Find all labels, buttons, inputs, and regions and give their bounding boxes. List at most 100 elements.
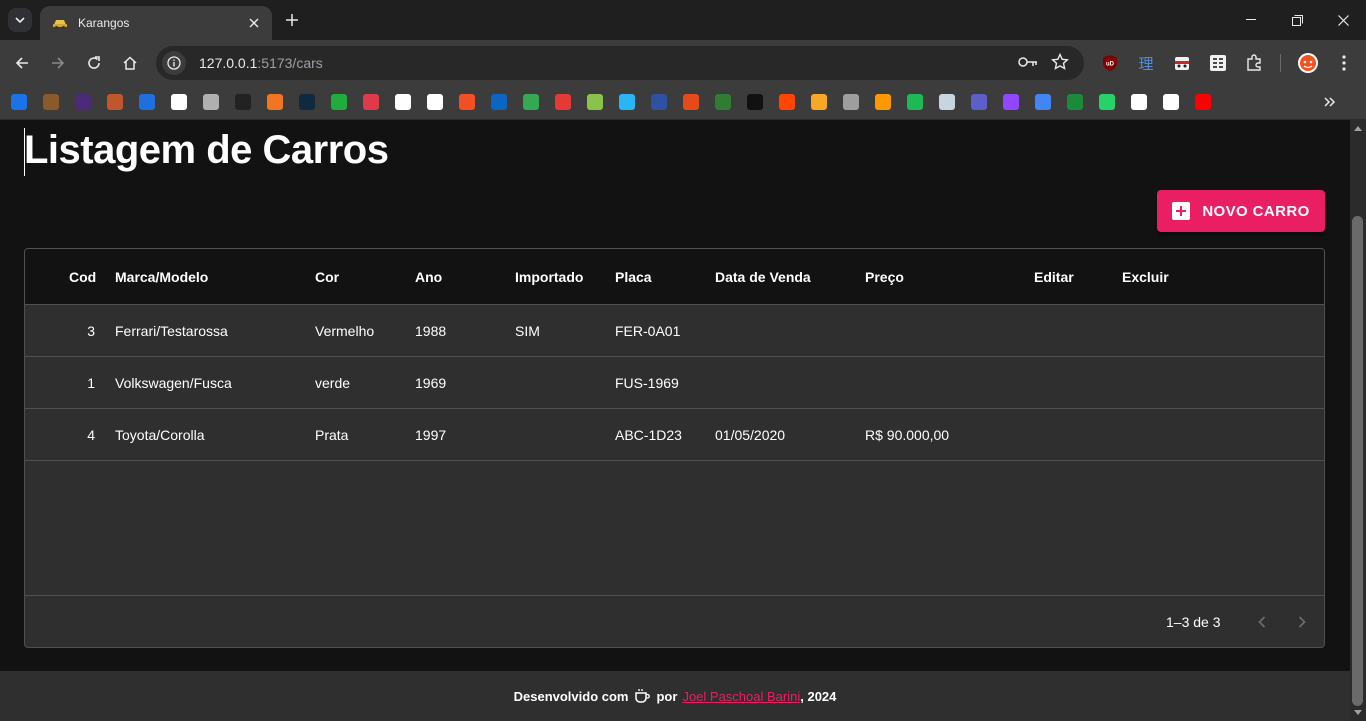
cars-data-grid: Cod Marca/Modelo Cor Ano Importado Placa…: [24, 248, 1325, 648]
column-header-placa[interactable]: Placa: [615, 249, 652, 305]
wikipedia-icon[interactable]: [1131, 94, 1147, 110]
fw-icon[interactable]: [1163, 94, 1179, 110]
profile-avatar[interactable]: [1297, 52, 1319, 74]
minimize-icon[interactable]: [1228, 0, 1274, 40]
cat-icon[interactable]: [203, 94, 219, 110]
frog-icon[interactable]: [331, 94, 347, 110]
close-tab-icon[interactable]: [246, 15, 262, 31]
more-bookmarks-icon[interactable]: [1320, 92, 1340, 112]
footer-prefix: Desenvolvido com: [513, 688, 629, 704]
google-icon[interactable]: [427, 94, 443, 110]
cell-cor: verde: [315, 375, 351, 391]
home-icon[interactable]: [117, 50, 143, 76]
add-box-icon: [1172, 202, 1191, 220]
translate-ext-icon[interactable]: 理: [1135, 52, 1157, 74]
bulb-icon[interactable]: [875, 94, 891, 110]
pagination-info: 1–3 de 3: [1166, 614, 1221, 630]
table-row[interactable]: 1 Volkswagen/Fusca verde 1969 FUS-1969: [25, 357, 1324, 409]
hat-icon[interactable]: [43, 94, 59, 110]
browser-toolbar: 127.0.0.1:5173/cars uD 理: [0, 40, 1366, 86]
previous-page-icon[interactable]: [1250, 610, 1274, 634]
crunchyroll-icon[interactable]: [267, 94, 283, 110]
tab-search-button[interactable]: [8, 8, 32, 32]
cell-cor: Prata: [315, 427, 349, 443]
k-icon[interactable]: [555, 94, 571, 110]
mal-icon[interactable]: [651, 94, 667, 110]
next-page-icon[interactable]: [1290, 610, 1314, 634]
cell-placa: FER-0A01: [615, 323, 681, 339]
scrollbar-thumb[interactable]: [1352, 216, 1363, 706]
browser-tab[interactable]: Karangos: [40, 6, 272, 40]
reload-icon[interactable]: [81, 50, 107, 76]
new-car-button[interactable]: NOVO CARRO: [1157, 190, 1325, 232]
chat-icon[interactable]: [619, 94, 635, 110]
feather-icon[interactable]: [235, 94, 251, 110]
forward-icon[interactable]: [45, 50, 71, 76]
page-footer: Desenvolvido com por Joel Paschoal Barin…: [0, 671, 1350, 721]
cell-modelo: Volkswagen/Fusca: [115, 375, 232, 391]
toolbar-separator: [1280, 54, 1281, 72]
spotify-icon[interactable]: [907, 94, 923, 110]
restore-icon[interactable]: [1274, 0, 1320, 40]
column-header-ano[interactable]: Ano: [415, 249, 442, 305]
bookmark-star-icon[interactable]: [1049, 51, 1071, 73]
table-row[interactable]: 3 Ferrari/Testarossa Vermelho 1988 SIM F…: [25, 305, 1324, 357]
w-icon[interactable]: [75, 94, 91, 110]
book-icon[interactable]: [523, 94, 539, 110]
new-tab-icon[interactable]: [282, 10, 302, 30]
youtube-icon[interactable]: [1195, 94, 1211, 110]
ublock-icon[interactable]: uD: [1099, 52, 1121, 74]
reader-ext-icon[interactable]: [1207, 52, 1229, 74]
earth-icon[interactable]: [843, 94, 859, 110]
back-icon[interactable]: [9, 50, 35, 76]
bookmarks-bar: [0, 86, 1366, 120]
steam-icon[interactable]: [939, 94, 955, 110]
mc-icon[interactable]: [747, 94, 763, 110]
spy-ext-icon[interactable]: [1171, 52, 1193, 74]
github-icon[interactable]: [395, 94, 411, 110]
column-header-preco[interactable]: Preço: [865, 249, 904, 305]
author-link[interactable]: Joel Paschoal Barini: [682, 689, 800, 704]
site-info-icon[interactable]: [162, 51, 186, 75]
column-header-marca-modelo[interactable]: Marca/Modelo: [115, 249, 208, 305]
chrome-menu-icon[interactable]: [1333, 52, 1355, 74]
scroll-up-icon[interactable]: [1354, 126, 1362, 131]
column-header-importado[interactable]: Importado: [515, 249, 583, 305]
extensions-puzzle-icon[interactable]: [1243, 52, 1265, 74]
teams-icon[interactable]: [971, 94, 987, 110]
reddit-icon[interactable]: [779, 94, 795, 110]
column-header-cor[interactable]: Cor: [315, 249, 339, 305]
tab-title: Karangos: [78, 16, 130, 30]
scroll-down-icon[interactable]: [1354, 710, 1362, 715]
microsoft-icon[interactable]: [459, 94, 475, 110]
twitch-icon[interactable]: [1003, 94, 1019, 110]
column-header-editar: Editar: [1034, 269, 1074, 285]
footer-year: , 2024: [800, 688, 837, 704]
cell-placa: FUS-1969: [615, 375, 679, 391]
flower-icon[interactable]: [683, 94, 699, 110]
99-icon[interactable]: [11, 94, 27, 110]
svg-text:uD: uD: [1106, 62, 1115, 68]
cell-ano: 1988: [415, 323, 447, 339]
password-key-icon[interactable]: [1017, 51, 1039, 73]
a-icon[interactable]: [363, 94, 379, 110]
w-green-icon[interactable]: [1067, 94, 1083, 110]
prime-icon[interactable]: [299, 94, 315, 110]
close-window-icon[interactable]: [1320, 0, 1366, 40]
linkedin-icon[interactable]: [491, 94, 507, 110]
cell-importado: SIM: [515, 323, 540, 339]
cup-icon[interactable]: [107, 94, 123, 110]
cards-icon[interactable]: [715, 94, 731, 110]
page-scrollbar[interactable]: [1350, 120, 1366, 721]
globe-icon[interactable]: [587, 94, 603, 110]
table-row[interactable]: 4 Toyota/Corolla Prata 1997 ABC-1D23 01/…: [25, 409, 1324, 461]
address-bar[interactable]: 127.0.0.1:5173/cars: [156, 46, 1084, 80]
c-icon[interactable]: [139, 94, 155, 110]
column-header-data-venda[interactable]: Data de Venda: [715, 249, 811, 305]
column-header-excluir: Excluir: [1122, 269, 1169, 285]
column-header-cod[interactable]: Cod: [69, 249, 96, 305]
whatsapp-icon[interactable]: [1099, 94, 1115, 110]
openai-icon[interactable]: [171, 94, 187, 110]
translate-icon[interactable]: [1035, 94, 1051, 110]
s-icon[interactable]: [811, 94, 827, 110]
